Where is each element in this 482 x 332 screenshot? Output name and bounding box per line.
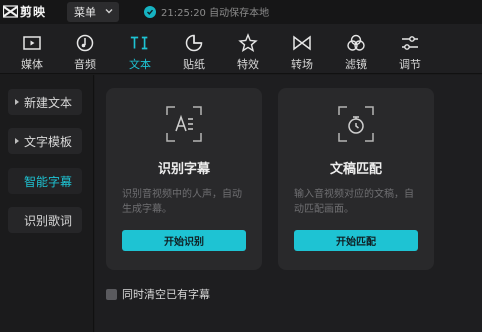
filter-icon xyxy=(345,32,367,54)
card-title: 识别字幕 xyxy=(157,162,210,177)
tab-sticker[interactable]: 贴纸 xyxy=(170,24,218,72)
menu-label: 菜单 xyxy=(74,6,96,19)
tab-label: 音频 xyxy=(74,58,96,71)
tab-media[interactable]: 媒体 xyxy=(8,24,56,72)
sidebar-item-smart-subtitles[interactable]: 智能字幕 xyxy=(8,168,82,194)
smart-subtitles-panel: 识别字幕 识别音视频中的人声，自动生成字幕。 开始识别 文稿匹配 输入音视频对应… xyxy=(95,75,482,332)
sidebar-item-recognize-lyrics[interactable]: 识别歌词 xyxy=(8,207,82,233)
card-description: 输入音视频对应的文稿，自动匹配画面。 xyxy=(294,189,414,215)
title-bar: 剪映 菜单 21:25:20 自动保存本地 xyxy=(0,0,482,24)
text-icon xyxy=(129,32,151,54)
chevron-down-icon xyxy=(104,6,114,16)
clear-existing-checkbox[interactable] xyxy=(106,288,117,300)
app-logo: 剪映 xyxy=(2,3,46,20)
tab-filter[interactable]: 滤镜 xyxy=(332,24,380,72)
sidebar-item-label: 智能字幕 xyxy=(24,174,73,189)
check-icon xyxy=(144,5,156,18)
script-match-icon xyxy=(336,104,376,144)
transition-icon xyxy=(291,32,313,54)
autosave-status: 21:25:20 自动保存本地 xyxy=(144,4,269,19)
media-icon xyxy=(21,32,43,54)
card-title: 文稿匹配 xyxy=(329,162,382,177)
sidebar-item-new-text[interactable]: 新建文本 xyxy=(8,89,82,115)
caret-right-icon xyxy=(15,138,19,144)
sidebar-item-text-template[interactable]: 文字模板 xyxy=(8,128,82,154)
clear-existing-label: 同时清空已有字幕 xyxy=(122,288,210,301)
adjust-icon xyxy=(399,32,421,54)
sidebar-item-label: 识别歌词 xyxy=(24,213,73,228)
tab-label: 特效 xyxy=(237,58,259,71)
tab-label: 转场 xyxy=(291,58,313,71)
autosave-text: 21:25:20 自动保存本地 xyxy=(161,8,270,19)
capcut-logo-icon xyxy=(2,4,18,20)
tab-audio[interactable]: 音频 xyxy=(61,24,109,72)
tab-adjust[interactable]: 调节 xyxy=(386,24,434,72)
menu-button[interactable]: 菜单 xyxy=(67,2,119,22)
tab-label: 滤镜 xyxy=(345,58,367,71)
tab-transition[interactable]: 转场 xyxy=(278,24,326,72)
tool-tabs: 媒体 音频 文本 贴纸 特效 转场 滤镜 调节 xyxy=(0,24,482,74)
text-category-sidebar: 新建文本 文字模板 智能字幕 识别歌词 xyxy=(0,75,94,332)
subtitle-recognize-icon xyxy=(164,104,204,144)
tab-label: 文本 xyxy=(129,58,151,71)
start-match-button[interactable]: 开始匹配 xyxy=(294,230,418,251)
clear-existing-subtitles-option[interactable]: 同时清空已有字幕 xyxy=(106,286,210,302)
tab-label: 媒体 xyxy=(21,58,43,71)
caret-right-icon xyxy=(15,99,19,105)
audio-icon xyxy=(74,32,96,54)
app-name: 剪映 xyxy=(20,5,47,19)
tab-effects[interactable]: 特效 xyxy=(224,24,272,72)
sidebar-item-label: 新建文本 xyxy=(24,95,73,110)
tab-text[interactable]: 文本 xyxy=(116,24,164,72)
sidebar-item-label: 文字模板 xyxy=(24,134,73,149)
sticker-icon xyxy=(183,32,205,54)
tab-label: 贴纸 xyxy=(183,58,205,71)
script-match-card: 文稿匹配 输入音视频对应的文稿，自动匹配画面。 开始匹配 xyxy=(278,88,434,270)
effects-icon xyxy=(237,32,259,54)
recognize-subtitles-card: 识别字幕 识别音视频中的人声，自动生成字幕。 开始识别 xyxy=(106,88,262,270)
start-recognize-button[interactable]: 开始识别 xyxy=(122,230,246,251)
tab-label: 调节 xyxy=(399,58,421,71)
card-description: 识别音视频中的人声，自动生成字幕。 xyxy=(122,189,242,215)
